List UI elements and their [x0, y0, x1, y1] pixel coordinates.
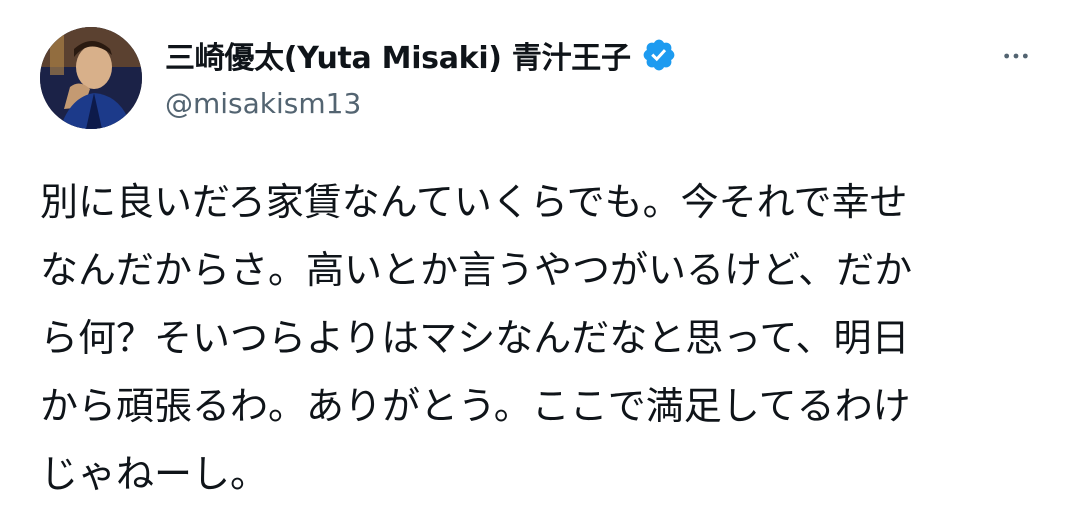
more-horizontal-icon	[1004, 53, 1028, 59]
avatar[interactable]	[40, 27, 142, 129]
tweet-header: 三崎優太(Yuta Misaki) 青汁王子 @misakism13	[165, 33, 677, 120]
verified-badge-icon	[641, 37, 677, 73]
display-name[interactable]: 三崎優太(Yuta Misaki) 青汁王子	[165, 33, 631, 77]
user-handle[interactable]: @misakism13	[165, 87, 677, 120]
tweet-text-line: から頑張るわ。ありがとう。ここで満足してるわけ	[40, 384, 911, 428]
name-row: 三崎優太(Yuta Misaki) 青汁王子	[165, 33, 677, 77]
avatar-image	[40, 27, 142, 129]
tweet-text-line: じゃねーし。	[40, 452, 269, 496]
more-options-button[interactable]	[994, 38, 1038, 74]
tweet-text-line: 別に良いだろ家賃なんていくらでも。今それで幸せ	[40, 180, 908, 224]
tweet-text: 別に良いだろ家賃なんていくらでも。今それで幸せ なんだからさ。高いとか言うやつが…	[40, 168, 1040, 508]
tweet-card: 三崎優太(Yuta Misaki) 青汁王子 @misakism13 別に良いだ…	[0, 0, 1082, 500]
tweet-text-line: なんだからさ。高いとか言うやつがいるけど、だか	[40, 248, 913, 292]
tweet-text-line: ら何？そいつらよりはマシなんだなと思って、明日	[40, 316, 910, 360]
